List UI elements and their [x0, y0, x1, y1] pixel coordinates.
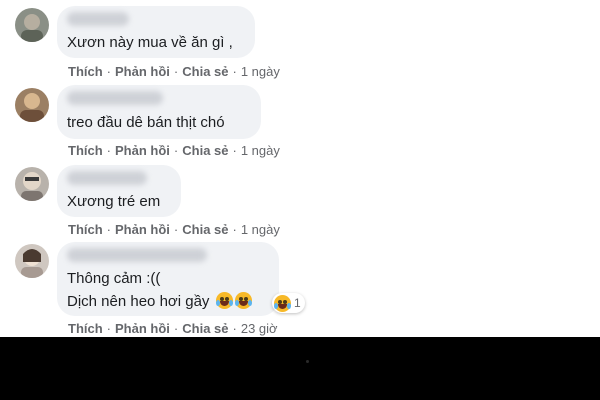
reply-link[interactable]: Phản hồi	[115, 143, 170, 158]
comment-text-line-1: Thông cảm :((	[67, 270, 161, 287]
blurred-author-name[interactable]	[67, 91, 163, 105]
avatar[interactable]	[15, 8, 49, 42]
comment-feed: Xươn này mua về ăn gì , Thích · Phản hồi · C…	[0, 0, 600, 337]
reply-link[interactable]: Phản hồi	[115, 222, 170, 237]
blurred-author-name[interactable]	[67, 171, 147, 185]
avatar[interactable]	[15, 244, 49, 278]
blurred-author-name[interactable]	[67, 248, 207, 262]
comment-actions: Thích · Phản hồi · Chia sẻ · 1 ngày	[68, 64, 280, 79]
like-link[interactable]: Thích	[68, 143, 103, 158]
reply-link[interactable]: Phản hồi	[115, 321, 170, 336]
comment-text-line-2: Dịch nên heo hơi gầy	[67, 292, 252, 312]
comment-text: Xươn này mua về ăn gì ,	[67, 34, 233, 51]
avatar[interactable]	[15, 88, 49, 122]
share-link[interactable]: Chia sẻ	[182, 143, 228, 158]
comment-text: Xương tré em	[67, 193, 161, 210]
comment-bubble: Xương tré em	[57, 165, 181, 217]
reply-link[interactable]: Phản hồi	[115, 64, 170, 79]
laughing-crying-emoji-icon	[234, 292, 252, 309]
comment-bubble: Thông cảm :(( Dịch nên heo hơi gầy	[57, 242, 279, 316]
reaction-count: 1	[294, 296, 301, 310]
timestamp[interactable]: 1 ngày	[241, 222, 280, 237]
like-link[interactable]: Thích	[68, 321, 103, 336]
share-link[interactable]: Chia sẻ	[182, 64, 228, 79]
avatar[interactable]	[15, 167, 49, 201]
comment-text: treo đầu dê bán thịt chó	[67, 114, 225, 131]
comment-actions: Thích · Phản hồi · Chia sẻ · 1 ngày	[68, 143, 280, 158]
blurred-author-name[interactable]	[67, 12, 129, 26]
like-link[interactable]: Thích	[68, 222, 103, 237]
laughing-crying-emoji-icon	[215, 292, 233, 309]
comment-bubble: Xươn này mua về ăn gì ,	[57, 6, 255, 58]
black-letterbox-bar	[0, 337, 600, 400]
timestamp[interactable]: 1 ngày	[241, 143, 280, 158]
comment-actions: Thích · Phản hồi · Chia sẻ · 23 giờ	[68, 321, 278, 336]
comment-bubble: treo đầu dê bán thịt chó	[57, 85, 261, 139]
like-link[interactable]: Thích	[68, 64, 103, 79]
timestamp[interactable]: 23 giờ	[241, 321, 278, 336]
comment-actions: Thích · Phản hồi · Chia sẻ · 1 ngày	[68, 222, 280, 237]
laughing-crying-emoji-icon	[274, 294, 291, 312]
share-link[interactable]: Chia sẻ	[182, 222, 228, 237]
reaction-summary[interactable]: 1	[272, 293, 305, 313]
artifact-dot	[306, 360, 309, 363]
share-link[interactable]: Chia sẻ	[182, 321, 228, 336]
timestamp[interactable]: 1 ngày	[241, 64, 280, 79]
